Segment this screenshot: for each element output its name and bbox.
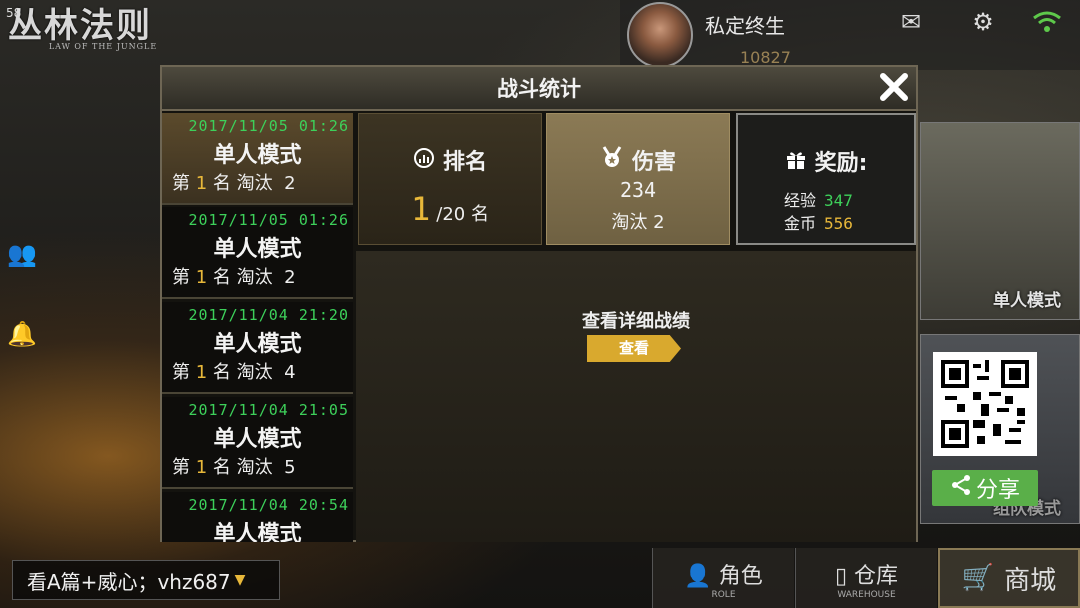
avatar[interactable] (627, 2, 693, 68)
solo-mode-panel[interactable]: 单人模式 (920, 122, 1080, 320)
detail-prompt: 查看详细战绩 (582, 311, 690, 332)
kills-value: 淘汰 2 (611, 212, 665, 233)
gift-icon (785, 148, 807, 176)
list-item[interactable]: 2017/11/05 01:26 单人模式 第 1 名 淘汰 2 (162, 113, 353, 205)
share-icon (950, 474, 972, 502)
username: 私定终生 (705, 14, 785, 38)
friends-icon[interactable]: 👥 (4, 236, 40, 272)
solo-mode-label: 单人模式 (993, 291, 1061, 311)
game-logo: 丛林法则 LAW OF THE JUNGLE (8, 6, 158, 51)
notification-icon[interactable]: 🔔 (4, 316, 40, 352)
role-button[interactable]: 👤 角色 ROLE (652, 548, 794, 608)
gear-icon[interactable]: ⚙ (967, 6, 999, 38)
warehouse-icon: ▯ (834, 564, 848, 589)
rank-icon (413, 147, 435, 175)
list-item[interactable]: 2017/11/04 21:20 单人模式 第 1 名 淘汰 4 (162, 302, 353, 394)
qr-code (933, 352, 1037, 456)
battle-stats-modal: 战斗统计 2017/11/05 01:26 单人模式 第 1 名 淘汰 2 20… (160, 65, 918, 542)
role-icon: 👤 (684, 564, 712, 589)
medal-icon (600, 145, 624, 175)
close-icon[interactable] (876, 71, 912, 107)
gold-value: 556 (824, 214, 853, 233)
modal-title: 战斗统计 (497, 77, 581, 101)
rank-card: 排名 1/20 名 (358, 113, 542, 245)
promo-chat-box[interactable]: 看A篇+威心；vhz687 ▼ (12, 560, 280, 600)
rank-value: 1 (411, 190, 431, 228)
wifi-icon (1031, 6, 1063, 38)
stats-row: 排名 1/20 名 伤害 234 淘汰 2 奖励: 经验 347 金币 556 (356, 113, 916, 247)
dropdown-arrow-icon: ▼ (234, 572, 246, 588)
mail-icon[interactable]: ✉ (895, 6, 927, 38)
modal-header: 战斗统计 (162, 67, 916, 111)
reward-card: 奖励: 经验 347 金币 556 (736, 113, 916, 245)
warehouse-button[interactable]: ▯ 仓库 WAREHOUSE (795, 548, 937, 608)
battle-record-list[interactable]: 2017/11/05 01:26 单人模式 第 1 名 淘汰 2 2017/11… (162, 113, 353, 542)
fps-counter: 58 (6, 6, 22, 20)
store-button[interactable]: 🛒 商城 (938, 548, 1080, 608)
damage-value: 234 (619, 178, 657, 202)
list-item[interactable]: 2017/11/04 20:54 单人模式 (162, 492, 353, 542)
list-item[interactable]: 2017/11/04 21:05 单人模式 第 1 名 淘汰 5 (162, 397, 353, 489)
view-details-button[interactable]: 查看 (587, 335, 681, 362)
detail-area: 查看详细战绩 查看 (356, 251, 916, 542)
list-item[interactable]: 2017/11/05 01:26 单人模式 第 1 名 淘汰 2 (162, 207, 353, 299)
cart-icon: 🛒 (961, 563, 995, 593)
share-button[interactable]: 分享 (932, 470, 1038, 506)
damage-card: 伤害 234 淘汰 2 (546, 113, 730, 245)
exp-value: 347 (824, 191, 853, 210)
